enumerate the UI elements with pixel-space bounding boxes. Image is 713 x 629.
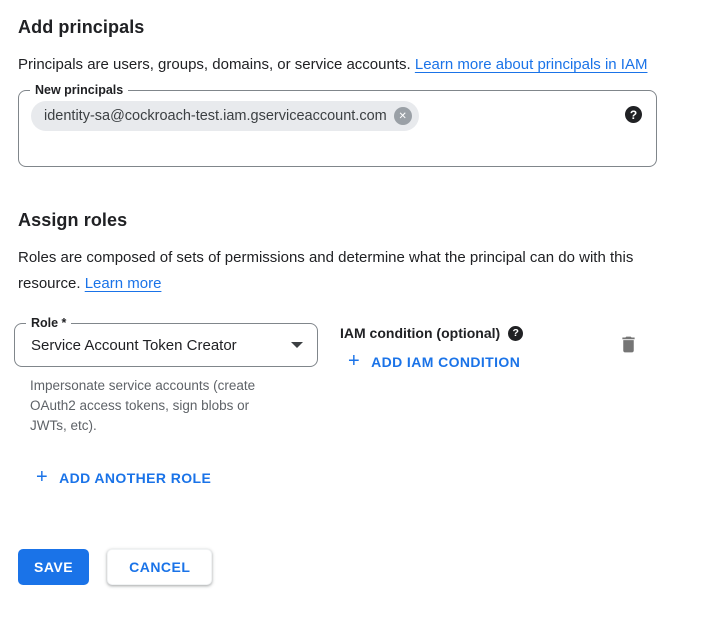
iam-condition-help-icon[interactable]: ? [508, 326, 523, 341]
role-helper-text: Impersonate service accounts (create OAu… [30, 376, 278, 436]
cancel-button[interactable]: CANCEL [107, 549, 212, 585]
save-button[interactable]: SAVE [18, 549, 89, 585]
chip-remove-icon[interactable]: ✕ [394, 107, 412, 125]
delete-role-button[interactable] [616, 332, 641, 357]
roles-description: Roles are composed of sets of permission… [18, 245, 665, 297]
principals-description-text: Principals are users, groups, domains, o… [18, 56, 411, 73]
dropdown-arrow-icon [291, 342, 303, 348]
principals-description: Principals are users, groups, domains, o… [18, 52, 665, 78]
add-iam-condition-button[interactable]: + ADD IAM CONDITION [348, 354, 520, 370]
add-iam-condition-label: ADD IAM CONDITION [371, 354, 520, 370]
add-another-role-button[interactable]: + ADD ANOTHER ROLE [36, 470, 211, 486]
add-another-role-label: ADD ANOTHER ROLE [59, 470, 211, 486]
role-column: Role * Service Account Token Creator Imp… [14, 323, 318, 436]
role-label: Role * [26, 315, 71, 332]
page-title: Add principals [18, 16, 695, 38]
add-principals-panel: Add principals Principals are users, gro… [0, 0, 713, 585]
new-principals-help-icon[interactable]: ? [625, 106, 642, 123]
new-principals-label: New principals [30, 82, 128, 99]
learn-more-roles-link[interactable]: Learn more [85, 275, 162, 292]
learn-more-principals-link[interactable]: Learn more about principals in IAM [415, 56, 648, 73]
role-row: Role * Service Account Token Creator Imp… [14, 323, 695, 436]
iam-condition-column: IAM condition (optional) ? + ADD IAM CON… [340, 323, 523, 373]
new-principals-field[interactable]: New principals identity-sa@cockroach-tes… [18, 90, 657, 167]
principal-chip: identity-sa@cockroach-test.iam.gservicea… [31, 101, 419, 131]
plus-icon: + [36, 469, 48, 485]
iam-condition-label-row: IAM condition (optional) ? [340, 325, 523, 341]
iam-condition-label: IAM condition (optional) [340, 325, 500, 341]
role-value: Service Account Token Creator [31, 337, 291, 354]
role-select[interactable]: Role * Service Account Token Creator [14, 323, 318, 367]
action-button-row: SAVE CANCEL [18, 549, 695, 585]
assign-roles-title: Assign roles [18, 209, 695, 231]
plus-icon: + [348, 353, 360, 369]
trash-icon [618, 334, 639, 355]
principal-chip-text: identity-sa@cockroach-test.iam.gservicea… [44, 108, 387, 124]
